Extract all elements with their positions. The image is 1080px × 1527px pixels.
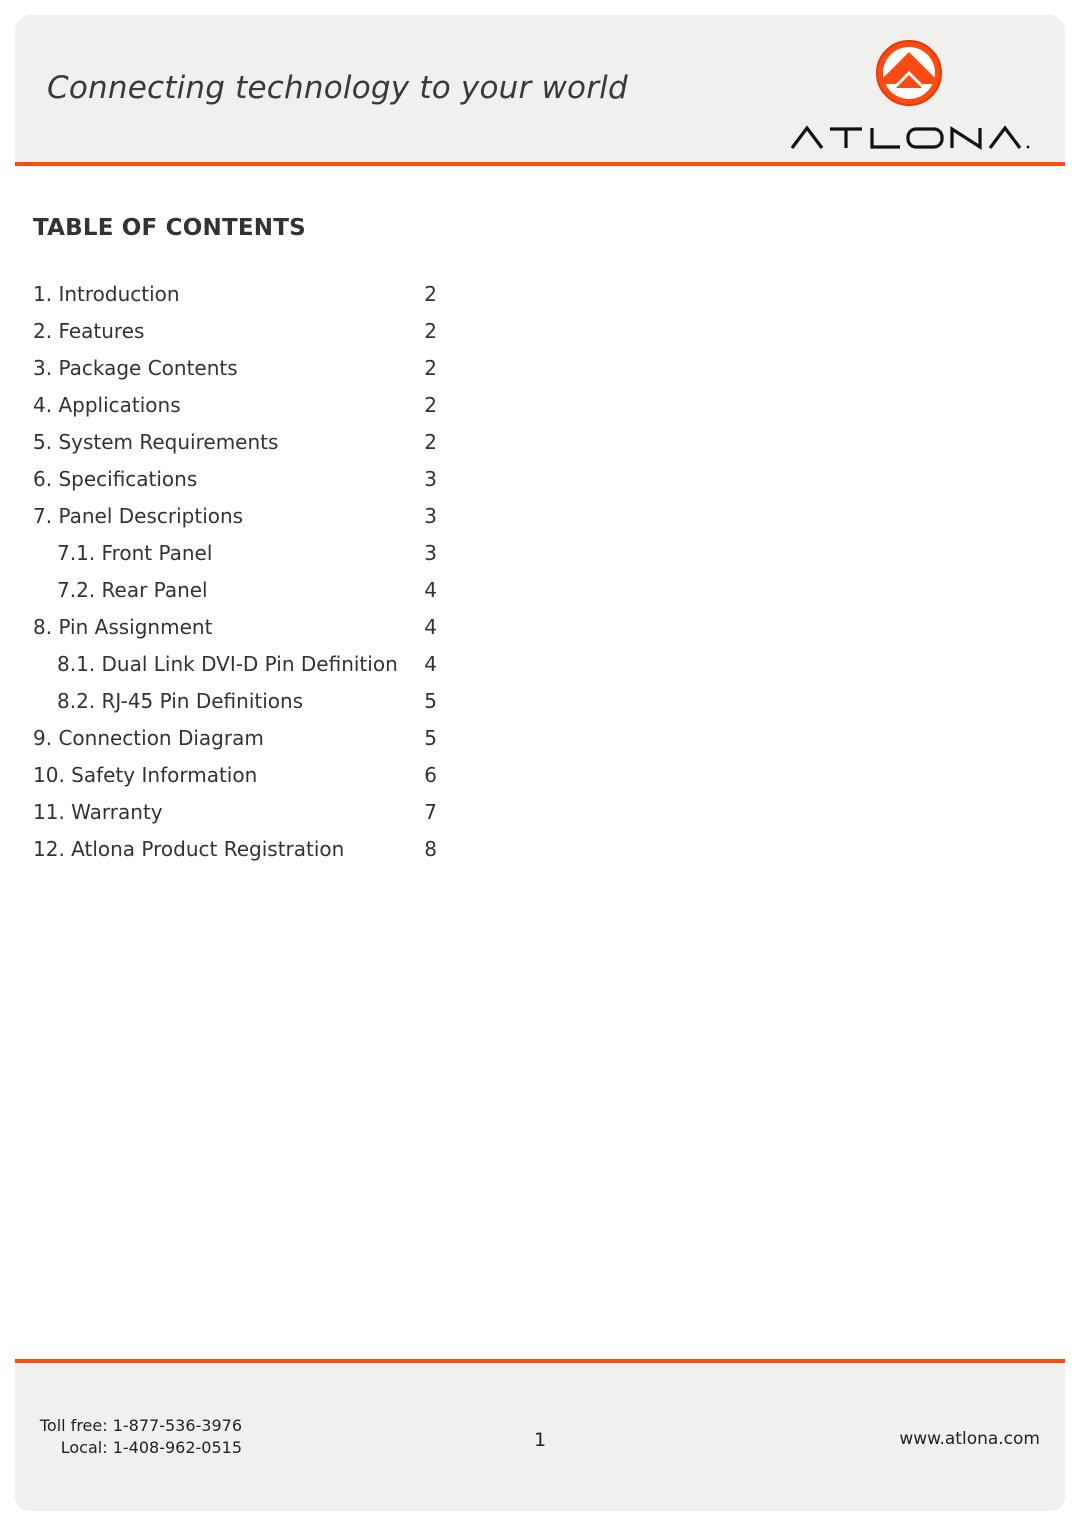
toc-entry-page: 2 <box>424 319 437 343</box>
toc-entry-label: 4. Applications <box>33 393 181 417</box>
toc-entry-page: 4 <box>424 615 437 639</box>
toc-entry-page: 7 <box>424 800 437 824</box>
toc-entry-label: 7. Panel Descriptions <box>33 504 244 528</box>
toc-entry-label: 8.2. RJ-45 Pin Definitions <box>57 689 304 713</box>
toc-entry-label: 8. Pin Assignment <box>33 615 213 639</box>
toc-entry-page: 2 <box>424 430 437 454</box>
toll-free-phone: Toll free: 1-877-536-3976 <box>39 1416 242 1435</box>
toc-entry[interactable]: 6. Specifications 3 <box>33 466 437 503</box>
toc-entry-page: 2 <box>424 282 437 306</box>
website-link[interactable]: www.atlona.com <box>899 1429 1040 1449</box>
toc-title: TABLE OF CONTENTS <box>33 215 306 241</box>
toc-entry-label: 11. Warranty <box>33 800 163 824</box>
toc-entry[interactable]: 9. Connection Diagram 5 <box>33 725 437 762</box>
toc-entry-label: 7.1. Front Panel <box>57 541 213 565</box>
page-number: 1 <box>534 1429 547 1451</box>
header-divider <box>15 162 1065 166</box>
toc-entry-label: 8.1. Dual Link DVI-D Pin Definition <box>57 652 398 676</box>
toc-entry-page: 4 <box>424 652 437 676</box>
atlona-logo-icon <box>876 40 942 106</box>
toc-subentry[interactable]: 8.2. RJ-45 Pin Definitions 5 <box>33 688 437 725</box>
toc-entry-label: 7.2. Rear Panel <box>57 578 208 602</box>
toc-entry[interactable]: 8. Pin Assignment 4 <box>33 614 437 651</box>
toc-entry-label: 3. Package Contents <box>33 356 238 380</box>
toc-entry-page: 5 <box>424 689 437 713</box>
toc-entry-label: 2. Features <box>33 319 145 343</box>
contact-info: Toll free: 1-877-536-3976 Local: 1-408-9… <box>40 1415 242 1459</box>
toc-entry[interactable]: 11. Warranty 7 <box>33 799 437 836</box>
toc-entry[interactable]: 2. Features 2 <box>33 318 437 355</box>
toc-entry[interactable]: 12. Atlona Product Registration 8 <box>33 836 437 873</box>
toc-subentry[interactable]: 8.1. Dual Link DVI-D Pin Definition 4 <box>33 651 437 688</box>
toc-entry-page: 5 <box>424 726 437 750</box>
toc-entry-label: 12. Atlona Product Registration <box>33 837 345 861</box>
toc-entry-page: 2 <box>424 393 437 417</box>
toc-entry[interactable]: 10. Safety Information 6 <box>33 762 437 799</box>
toc-entry-label: 9. Connection Diagram <box>33 726 264 750</box>
toc-entry[interactable]: 1. Introduction 2 <box>33 281 437 318</box>
atlona-wordmark <box>790 125 1030 150</box>
toc-entry-label: 1. Introduction <box>33 282 180 306</box>
toc-entry-label: 5. System Requirements <box>33 430 279 454</box>
tagline: Connecting technology to your world <box>47 70 628 106</box>
toc-entry[interactable]: 4. Applications 2 <box>33 392 437 429</box>
toc-subentry[interactable]: 7.2. Rear Panel 4 <box>33 577 437 614</box>
toc-subentry[interactable]: 7.1. Front Panel 3 <box>33 540 437 577</box>
toc-entry-label: 10. Safety Information <box>33 763 258 787</box>
toc-entry-page: 8 <box>424 837 437 861</box>
toc-entry-page: 3 <box>424 504 437 528</box>
toc-entry[interactable]: 5. System Requirements 2 <box>33 429 437 466</box>
table-of-contents: 1. Introduction 2 2. Features 2 3. Package… <box>33 281 437 873</box>
toc-entry-page: 3 <box>424 467 437 491</box>
toc-entry-label: 6. Specifications <box>33 467 198 491</box>
toc-entry-page: 6 <box>424 763 437 787</box>
toc-entry-page: 4 <box>424 578 437 602</box>
toc-entry-page: 3 <box>424 541 437 565</box>
toc-entry-page: 2 <box>424 356 437 380</box>
toc-entry[interactable]: 7. Panel Descriptions 3 <box>33 503 437 540</box>
toc-entry[interactable]: 3. Package Contents 2 <box>33 355 437 392</box>
local-phone: Local: 1-408-962-0515 <box>60 1438 242 1457</box>
